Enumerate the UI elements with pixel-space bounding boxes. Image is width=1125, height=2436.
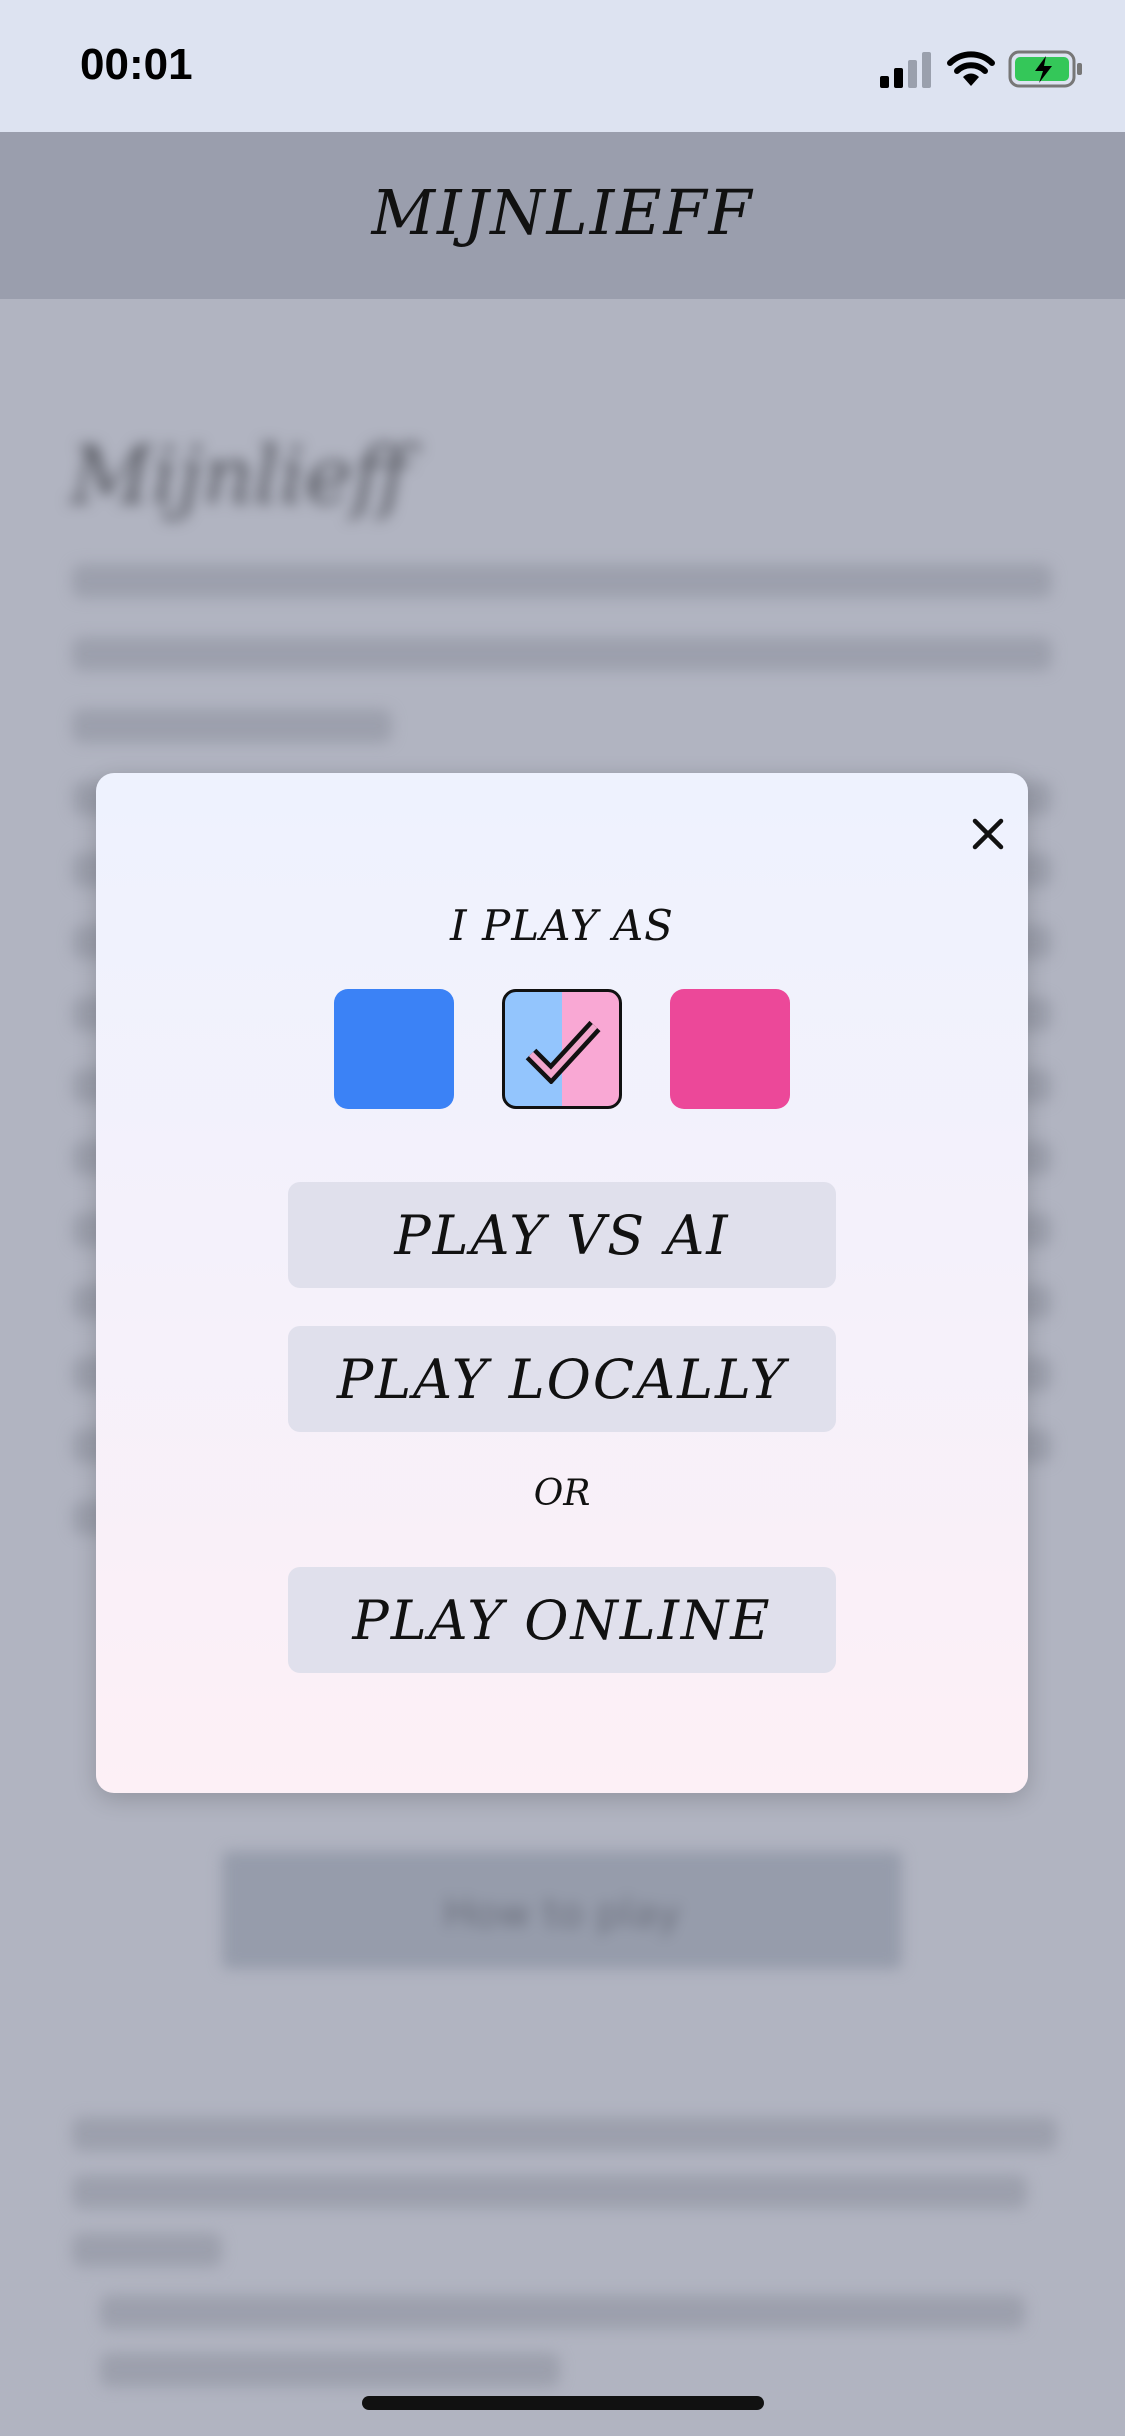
background-text-line <box>72 2175 1027 2209</box>
color-option-pink[interactable] <box>670 989 790 1109</box>
background-text-line <box>72 2117 1057 2151</box>
background-text-line <box>72 564 1052 598</box>
app-header: MIJNLIEFF <box>0 132 1125 299</box>
background-text-line <box>72 2233 222 2267</box>
play-locally-button[interactable]: PLAY LOCALLY <box>288 1326 836 1432</box>
color-option-both[interactable] <box>502 989 622 1109</box>
game-mode-modal: I PLAY AS PLAY VS AI PLAY LOCALLY OR PLA… <box>96 773 1028 1793</box>
status-time: 00:01 <box>80 40 193 89</box>
background-text-line <box>100 2353 560 2387</box>
cellular-signal-icon <box>880 52 931 88</box>
how-to-play-label: How to play <box>443 1891 681 1937</box>
battery-charging-icon <box>1008 50 1082 88</box>
or-separator: OR <box>533 1473 591 1514</box>
background-text-line <box>100 2295 1025 2329</box>
play-online-button[interactable]: PLAY ONLINE <box>288 1567 836 1673</box>
play-as-label: I PLAY AS <box>450 901 674 950</box>
status-bar: 00:01 <box>0 0 1125 132</box>
home-indicator <box>362 2396 764 2410</box>
play-vs-ai-button[interactable]: PLAY VS AI <box>288 1182 836 1288</box>
close-icon <box>972 818 1004 850</box>
app-title: MIJNLIEFF <box>371 176 754 249</box>
color-option-blue[interactable] <box>334 989 454 1109</box>
close-button[interactable] <box>958 804 1018 864</box>
check-icon <box>525 1020 601 1084</box>
how-to-play-button: How to play <box>222 1851 902 1969</box>
background-heading: Mijnlieff <box>70 429 410 522</box>
wifi-icon <box>947 51 995 86</box>
background-text-line <box>72 637 1052 671</box>
background-text-line <box>72 709 392 743</box>
